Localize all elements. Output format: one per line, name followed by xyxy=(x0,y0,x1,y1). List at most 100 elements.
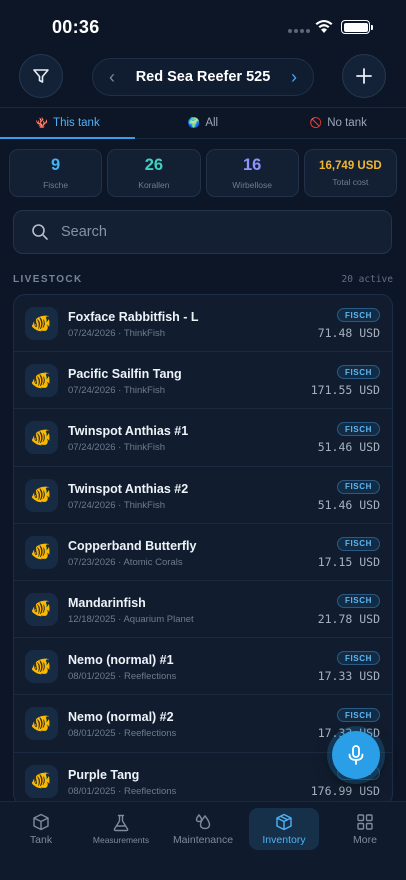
search-icon xyxy=(32,224,48,240)
tab-no-tank[interactable]: 🚫 No tank xyxy=(271,108,406,138)
stat-value: 26 xyxy=(144,156,164,174)
item-meta: 12/18/2025 · Aquarium Planet xyxy=(68,613,194,625)
fish-icon: 🐠 xyxy=(25,592,58,626)
category-badge: FISCH xyxy=(337,708,380,723)
category-badge: FISCH xyxy=(337,479,380,494)
stat-label: Total cost xyxy=(332,176,369,187)
nav-label: Tank xyxy=(29,833,53,846)
stat-card-total-cost[interactable]: 16,749 USD Total cost xyxy=(303,149,397,197)
category-badge: FISCH xyxy=(337,651,380,666)
item-price: 21.78 USD xyxy=(317,611,380,626)
nav-label: Inventory xyxy=(262,833,306,846)
drops-icon xyxy=(195,813,211,829)
box-icon xyxy=(276,813,292,830)
coral-icon: 🪸 xyxy=(35,117,49,129)
search-input[interactable]: Search xyxy=(13,210,392,254)
list-item[interactable]: 🐠 Nemo (normal) #1 08/01/2025 · Reeflect… xyxy=(14,638,392,696)
voice-input-button[interactable] xyxy=(332,731,380,779)
item-name: Foxface Rabbitfish - L xyxy=(68,310,199,324)
nav-label: Maintenance xyxy=(172,833,234,846)
stat-card-invertebrates[interactable]: 16 Wirbellose xyxy=(205,149,299,197)
nav-inventory[interactable]: Inventory xyxy=(249,808,319,850)
stat-label: Wirbellose xyxy=(232,180,272,190)
nav-label: More xyxy=(353,833,377,846)
filter-button[interactable] xyxy=(19,54,63,98)
status-time: 00:36 xyxy=(52,17,100,37)
nav-tank[interactable]: Tank xyxy=(10,808,72,850)
wifi-icon xyxy=(315,20,333,33)
item-price: 71.48 USD xyxy=(317,326,380,340)
item-price: 171.55 USD xyxy=(310,383,380,398)
scope-tabs: 🪸 This tank 🌍 All 🚫 No tank xyxy=(0,107,406,139)
stat-label: Fische xyxy=(43,180,69,190)
item-meta: 07/24/2026 · ThinkFish xyxy=(68,499,165,511)
item-price: 51.46 USD xyxy=(317,497,380,512)
battery-icon xyxy=(341,20,373,34)
item-meta: 07/24/2026 · ThinkFish xyxy=(68,442,165,454)
stat-card-corals[interactable]: 26 Korallen xyxy=(107,149,201,197)
stat-value: 9 xyxy=(51,156,61,174)
list-item[interactable]: 🐠 Copperband Butterfly 07/23/2026 · Atom… xyxy=(14,524,392,581)
stat-value: 16,749 USD xyxy=(319,159,382,172)
previous-tank-chevron-icon[interactable]: ‹ xyxy=(109,67,115,88)
item-price: 51.46 USD xyxy=(317,440,380,455)
livestock-list: 🐠 Foxface Rabbitfish - L 07/24/2026 · Th… xyxy=(13,294,393,806)
fish-icon: 🐠 xyxy=(25,364,58,398)
list-item[interactable]: 🐠 Twinspot Anthias #1 07/24/2026 · Think… xyxy=(14,409,392,467)
stat-card-fish[interactable]: 9 Fische xyxy=(9,149,103,197)
nav-maintenance[interactable]: Maintenance xyxy=(170,808,236,850)
category-badge: FISCH xyxy=(337,536,380,551)
section-title: LIVESTOCK xyxy=(13,274,83,285)
bottom-navigation: Tank Measurements Maintenance Inventory … xyxy=(0,801,406,880)
stat-label: Korallen xyxy=(138,180,170,190)
fish-icon: 🐠 xyxy=(25,535,58,569)
fish-icon: 🐠 xyxy=(25,707,58,741)
item-name: Copperband Butterfly xyxy=(68,538,197,553)
nav-label: Measurements xyxy=(92,834,150,845)
item-name: Mandarinfish xyxy=(68,595,146,610)
fish-icon: 🐠 xyxy=(25,421,58,455)
tank-switcher: ‹ Red Sea Reefer 525 › xyxy=(92,58,314,96)
tab-all[interactable]: 🌍 All xyxy=(135,108,270,138)
filter-icon xyxy=(33,69,49,83)
tab-this-tank[interactable]: 🪸 This tank xyxy=(0,108,136,139)
category-badge: FISCH xyxy=(337,593,380,608)
category-badge: FISCH xyxy=(337,422,380,437)
status-bar: 00:36 xyxy=(0,0,406,50)
tab-label: All xyxy=(205,117,219,129)
microphone-icon xyxy=(348,745,364,765)
livestock-section-header: LIVESTOCK 20 active xyxy=(13,274,393,285)
flask-icon xyxy=(113,814,129,831)
cube-icon xyxy=(33,813,49,830)
list-item[interactable]: 🐠 Twinspot Anthias #2 07/24/2026 · Think… xyxy=(14,467,392,524)
item-price: 176.99 USD xyxy=(310,783,380,798)
plus-icon xyxy=(356,68,372,84)
search-placeholder: Search xyxy=(61,224,107,240)
list-item[interactable]: 🐠 Mandarinfish 12/18/2025 · Aquarium Pla… xyxy=(14,581,392,639)
item-price: 17.15 USD xyxy=(317,554,380,569)
fish-icon: 🐠 xyxy=(25,764,58,798)
active-count: 20 active xyxy=(341,274,393,285)
cellular-signal-icon xyxy=(288,29,310,33)
next-tank-chevron-icon[interactable]: › xyxy=(291,67,297,88)
list-item[interactable]: 🐠 Pacific Sailfin Tang 07/24/2026 · Thin… xyxy=(14,352,392,410)
fish-icon: 🐠 xyxy=(25,307,58,340)
nav-measurements[interactable]: Measurements xyxy=(86,808,156,850)
item-meta: 07/23/2026 · Atomic Corals xyxy=(68,556,183,568)
grid-icon xyxy=(357,813,373,830)
list-item[interactable]: 🐠 Foxface Rabbitfish - L 07/24/2026 · Th… xyxy=(14,295,392,353)
add-button[interactable] xyxy=(342,54,386,98)
fish-icon: 🐠 xyxy=(25,478,58,512)
category-badge: FISCH xyxy=(337,308,380,322)
tank-name[interactable]: Red Sea Reefer 525 xyxy=(136,69,271,85)
item-name: Twinspot Anthias #2 xyxy=(68,481,189,496)
item-name: Pacific Sailfin Tang xyxy=(68,367,182,382)
item-meta: 08/01/2025 · Reeflections xyxy=(68,785,177,797)
item-meta: 08/01/2025 · Reeflections xyxy=(68,728,177,740)
item-meta: 07/24/2026 · ThinkFish xyxy=(68,385,165,397)
item-name: Twinspot Anthias #1 xyxy=(68,424,189,439)
nav-more[interactable]: More xyxy=(340,808,390,850)
tab-label: This tank xyxy=(53,117,100,129)
item-name: Nemo (normal) #2 xyxy=(68,710,174,725)
stats-row: 9 Fische 26 Korallen 16 Wirbellose 16,74… xyxy=(9,149,397,197)
